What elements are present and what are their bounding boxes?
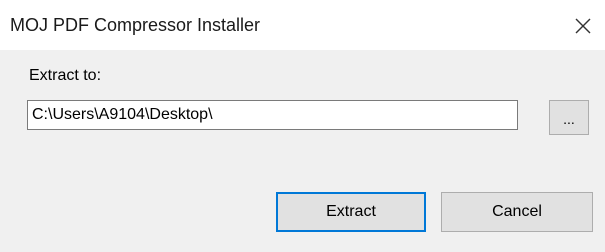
close-icon	[575, 18, 591, 34]
close-button[interactable]	[561, 4, 605, 48]
title-bar[interactable]: MOJ PDF Compressor Installer	[0, 0, 605, 50]
dialog-body: Extract to: ... Extract Cancel	[0, 50, 605, 252]
extract-path-input[interactable]	[27, 100, 518, 130]
extract-to-label: Extract to:	[29, 67, 102, 84]
window-title: MOJ PDF Compressor Installer	[10, 15, 261, 35]
installer-dialog: MOJ PDF Compressor Installer Extract to:…	[0, 0, 605, 252]
cancel-button[interactable]: Cancel	[441, 192, 593, 232]
browse-button[interactable]: ...	[549, 100, 589, 135]
extract-button[interactable]: Extract	[276, 192, 426, 232]
